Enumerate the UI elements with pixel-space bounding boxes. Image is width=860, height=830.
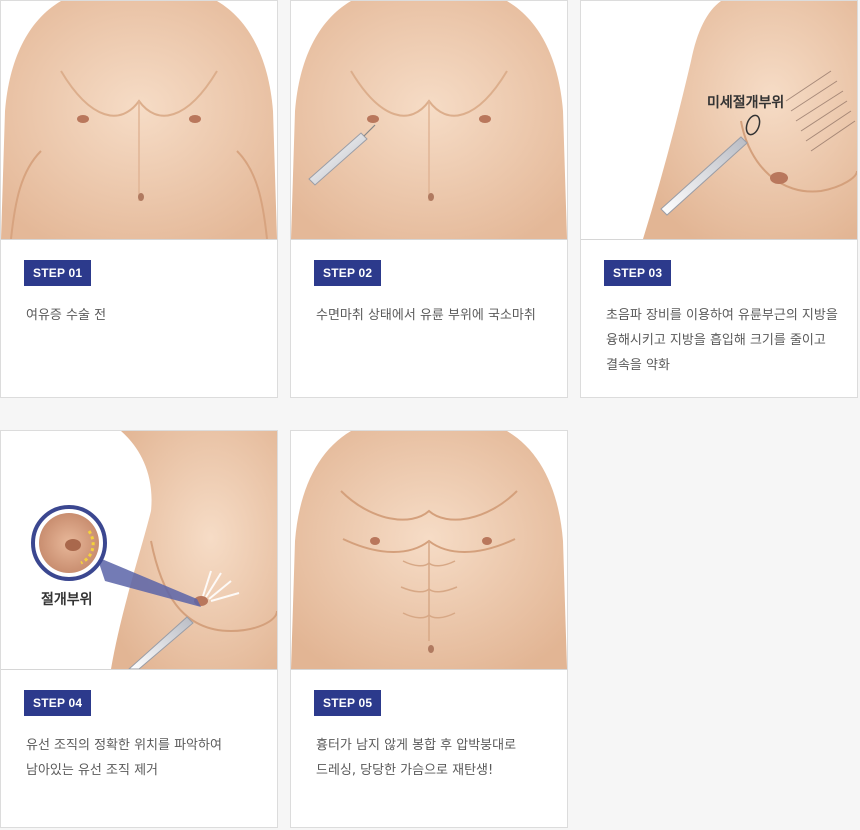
step-description: 흉터가 남지 않게 봉합 후 압박붕대로 드레싱, 당당한 가슴으로 재탄생!: [316, 738, 517, 778]
step-description: 유선 조직의 정확한 위치를 파악하여 남아있는 유선 조직 제거: [26, 738, 222, 778]
chest-after-image: [291, 431, 567, 669]
step-card-3: 미세절개부위 STEP 03 초음파 장비를 이용하여 유륜부근의 지방을 융해…: [580, 0, 858, 398]
gland-removal-illustration: 절개부위: [1, 431, 277, 670]
step-badge: STEP 04: [24, 690, 92, 716]
chest-before-image: [1, 1, 277, 239]
gland-removal-image: [1, 431, 277, 669]
incision-site-label: 절개부위: [41, 592, 93, 608]
micro-incision-label: 미세절개부위: [707, 95, 785, 111]
step-badge: STEP 01: [24, 260, 92, 286]
step-badge: STEP 03: [604, 260, 672, 286]
liposuction-image: [581, 1, 857, 239]
step-card-5: STEP 05 흉터가 남지 않게 봉합 후 압박붕대로 드레싱, 당당한 가슴…: [290, 430, 568, 828]
ultrasound-liposuction-illustration: 미세절개부위: [581, 1, 857, 240]
step-card-1: STEP 01 여유증 수술 전: [0, 0, 278, 398]
step-description: 수면마취 상태에서 유륜 부위에 국소마취: [316, 308, 536, 323]
local-anesthesia-illustration: [291, 1, 567, 240]
chest-after-illustration: [291, 431, 567, 670]
chest-before-illustration: [1, 1, 277, 240]
step-badge: STEP 02: [314, 260, 382, 286]
step-description: 초음파 장비를 이용하여 유륜부근의 지방을 융해시키고 지방을 흡입해 크기를…: [606, 308, 838, 373]
step-badge: STEP 05: [314, 690, 382, 716]
surgery-steps-grid: STEP 01 여유증 수술 전 STEP 02 수면마취 상태에서 유륜 부위…: [0, 0, 860, 830]
step-description: 여유증 수술 전: [26, 308, 107, 323]
anesthesia-needle-image: [291, 1, 567, 239]
step-card-2: STEP 02 수면마취 상태에서 유륜 부위에 국소마취: [290, 0, 568, 398]
step-card-4: 절개부위 STEP 04 유선 조직의 정확한 위치를 파악하여 남아있는 유선…: [0, 430, 278, 828]
